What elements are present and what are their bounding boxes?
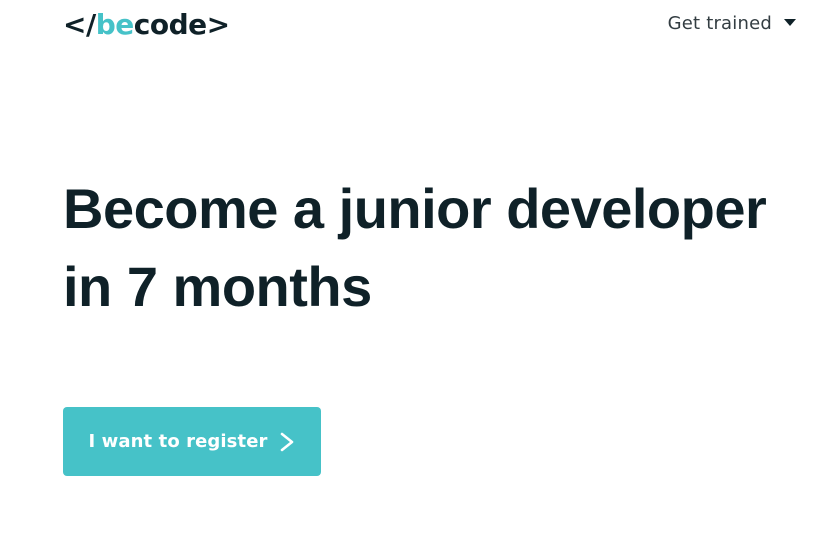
register-button[interactable]: I want to register: [63, 407, 321, 476]
becode-logo[interactable]: </be code >: [63, 9, 230, 41]
hero-title-line-2: in 7 months: [63, 255, 372, 318]
chevron-right-icon: [280, 432, 293, 451]
hero-title: Become a junior developer in 7 months: [63, 170, 803, 326]
page: </be code > Get trained Become a junior de…: [0, 0, 822, 555]
register-button-label: I want to register: [88, 431, 268, 452]
hero-title-line-1: Become a junior developer: [63, 177, 767, 240]
logo-text: code: [133, 8, 207, 41]
get-trained-dropdown[interactable]: Get trained: [668, 13, 796, 34]
logo-accent-text: be: [95, 8, 135, 41]
logo-bracket-open: </: [63, 8, 96, 41]
caret-down-icon: [784, 19, 796, 26]
logo-bracket-close: >: [206, 8, 230, 41]
get-trained-label: Get trained: [667, 13, 772, 34]
